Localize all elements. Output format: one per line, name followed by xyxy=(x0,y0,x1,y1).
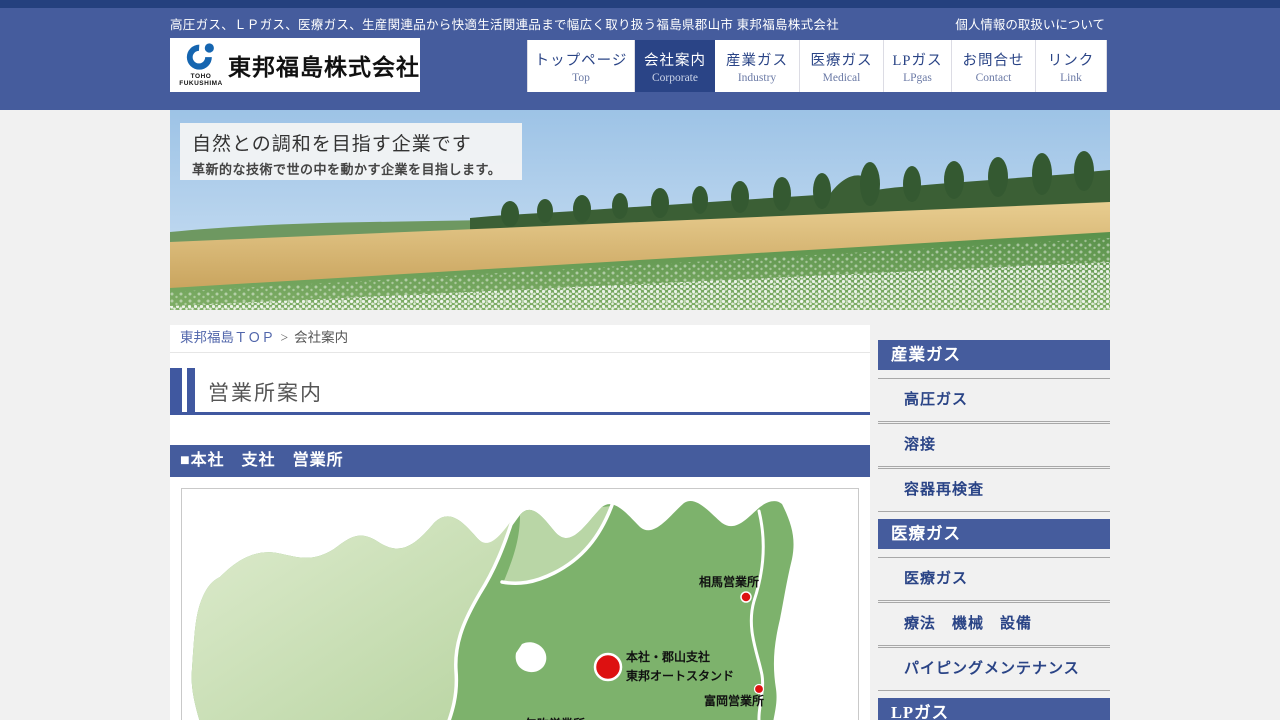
sidebar-header-industrial-gas: 産業ガス xyxy=(878,340,1110,370)
breadcrumb: 東邦福島ＴＯＰ > 会社案内 xyxy=(170,325,870,353)
main-nav: トップページ Top 会社案内 Corporate 産業ガス Industry … xyxy=(527,40,1107,92)
marker-soma xyxy=(741,592,751,602)
label-headquarters-1: 本社・郡山支社 xyxy=(626,649,710,664)
hero-caption-box: 自然との調和を目指す企業です 革新的な技術で世の中を動かす企業を目指します。 xyxy=(180,123,522,180)
nav-medical-label: 医療ガス xyxy=(811,49,873,70)
nav-corporate-sublabel: Corporate xyxy=(652,72,698,84)
divider xyxy=(878,690,1110,691)
hero-headline: 自然との調和を目指す企業です xyxy=(192,129,512,156)
company-logo[interactable]: TOHO FUKUSHIMA 東邦福島株式会社 xyxy=(170,38,420,92)
nav-contact-label: お問合せ xyxy=(963,49,1025,70)
nav-medical-sublabel: Medical xyxy=(823,72,861,84)
label-soma: 相馬営業所 xyxy=(699,574,759,589)
nav-lpgas-label: LPガス xyxy=(893,49,943,70)
page-title: 営業所案内 xyxy=(208,377,323,407)
header: 高圧ガス、ＬＰガス、医療ガス、生産関連品から快適生活関連品まで幅広く取り扱う福島… xyxy=(0,8,1280,110)
logo-latin-bottom: FUKUSHIMA xyxy=(178,80,224,87)
top-accent-strip xyxy=(0,0,1280,8)
site-tagline: 高圧ガス、ＬＰガス、医療ガス、生産関連品から快適生活関連品まで幅広く取り扱う福島… xyxy=(170,14,839,33)
sidebar-list-medical-gas: 医療ガス 療法 機械 設備 パイピングメンテナンス xyxy=(878,557,1110,691)
nav-top-label: トップページ xyxy=(535,49,628,70)
nav-link-label: リンク xyxy=(1048,49,1095,70)
main-content: 東邦福島ＴＯＰ > 会社案内 営業所案内 ■本社 支社 営業所 xyxy=(170,325,870,720)
nav-lpgas-sublabel: LPgas xyxy=(903,72,932,84)
logo-icon: TOHO FUKUSHIMA xyxy=(178,43,224,87)
breadcrumb-home-link[interactable]: 東邦福島ＴＯＰ xyxy=(180,330,275,345)
nav-lpgas[interactable]: LPガス LPgas xyxy=(884,40,952,92)
nav-industry-sublabel: Industry xyxy=(738,72,776,84)
privacy-policy-link[interactable]: 個人情報の取扱いについて xyxy=(955,14,1105,33)
nav-industry-label: 産業ガス xyxy=(726,49,788,70)
marker-headquarters xyxy=(595,654,621,680)
sidebar-link-high-pressure-gas[interactable]: 高圧ガス xyxy=(878,379,1110,421)
sidebar-link-therapy-machines-equipment[interactable]: 療法 機械 設備 xyxy=(878,603,1110,645)
nav-contact-sublabel: Contact xyxy=(976,72,1012,84)
nav-top-sublabel: Top xyxy=(572,72,590,84)
marker-tomioka xyxy=(755,685,764,694)
logo-latin-top: TOHO xyxy=(178,73,224,80)
nav-industry[interactable]: 産業ガス Industry xyxy=(715,40,800,92)
nav-corporate[interactable]: 会社案内 Corporate xyxy=(635,40,715,92)
sidebar-header-lp-gas: LPガス xyxy=(878,698,1110,720)
sidebar-header-medical-gas: 医療ガス xyxy=(878,519,1110,549)
divider xyxy=(878,511,1110,512)
nav-contact[interactable]: お問合せ Contact xyxy=(952,40,1036,92)
page: 高圧ガス、ＬＰガス、医療ガス、生産関連品から快適生活関連品まで幅広く取り扱う福島… xyxy=(0,0,1280,720)
fukushima-map-image: 相馬営業所 本社・郡山支社 東邦オートスタンド 富岡営業所 矢吹営業所 xyxy=(182,489,858,720)
nav-top[interactable]: トップページ Top xyxy=(527,40,635,92)
page-title-block: 営業所案内 xyxy=(170,368,870,415)
sidebar-link-container-reinspection[interactable]: 容器再検査 xyxy=(878,469,1110,511)
section-header-offices: ■本社 支社 営業所 xyxy=(170,445,870,477)
title-accent-bar xyxy=(170,368,182,412)
breadcrumb-separator: > xyxy=(281,330,289,345)
label-yabuki: 矢吹営業所 xyxy=(525,716,585,720)
company-name: 東邦福島株式会社 xyxy=(228,48,420,82)
sidebar-link-welding[interactable]: 溶接 xyxy=(878,424,1110,466)
office-map: 相馬営業所 本社・郡山支社 東邦オートスタンド 富岡営業所 矢吹営業所 xyxy=(181,488,859,720)
hero-subheadline: 革新的な技術で世の中を動かす企業を目指します。 xyxy=(192,159,512,178)
nav-corporate-label: 会社案内 xyxy=(644,49,706,70)
nav-medical[interactable]: 医療ガス Medical xyxy=(800,40,884,92)
label-tomioka: 富岡営業所 xyxy=(704,693,764,708)
sidebar-link-piping-maintenance[interactable]: パイピングメンテナンス xyxy=(878,648,1110,690)
hero-banner: 自然との調和を目指す企業です 革新的な技術で世の中を動かす企業を目指します。 xyxy=(170,110,1110,310)
breadcrumb-current: 会社案内 xyxy=(294,330,348,345)
nav-link[interactable]: リンク Link xyxy=(1036,40,1107,92)
sidebar-list-industrial-gas: 高圧ガス 溶接 容器再検査 xyxy=(878,378,1110,512)
nav-link-sublabel: Link xyxy=(1060,72,1082,84)
label-headquarters-2: 東邦オートスタンド xyxy=(626,668,734,683)
title-accent-bar-thin xyxy=(187,368,195,412)
sidebar-link-medical-gas[interactable]: 医療ガス xyxy=(878,558,1110,600)
sidebar: 産業ガス 高圧ガス 溶接 容器再検査 医療ガス 医療ガス 療法 機械 設備 パイ… xyxy=(878,340,1110,720)
